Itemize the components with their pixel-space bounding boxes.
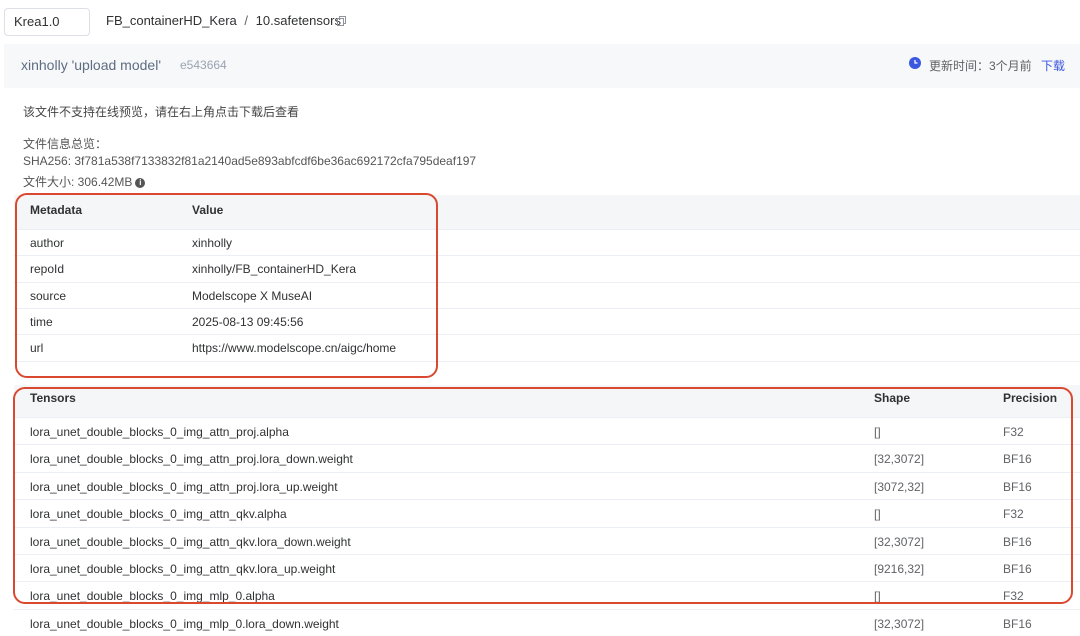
tensors-col-name: Tensors (30, 391, 76, 405)
metadata-value: https://www.modelscope.cn/aigc/home (192, 341, 397, 356)
breadcrumb: FB_containerHD_Kera / 10.safetensors (106, 13, 341, 28)
branch-selector[interactable]: Krea1.0 (4, 8, 90, 36)
tensor-precision: BF16 (1003, 479, 1032, 494)
preview-notice: 该文件不支持在线预览，请在右上角点击下载后查看 (23, 105, 300, 119)
file-info-title: 文件信息总览： (23, 137, 108, 151)
info-icon[interactable]: i (135, 177, 146, 188)
metadata-header: Metadata Value (14, 195, 1080, 229)
metadata-row: author xinholly (14, 229, 1080, 255)
tensor-name: lora_unet_double_blocks_0_img_mlp_0.alph… (30, 589, 275, 604)
tensor-shape: [32,3072] (874, 534, 925, 549)
tensor-name: lora_unet_double_blocks_0_img_attn_proj.… (30, 452, 353, 467)
tensor-shape: [9216,32] (874, 562, 925, 576)
metadata-row: source Modelscope X MuseAI (14, 281, 1080, 308)
metadata-key: repoId (30, 262, 65, 277)
tensor-row: lora_unet_double_blocks_0_img_attn_proj.… (14, 417, 1080, 444)
metadata-col-value: Value (192, 203, 224, 217)
metadata-value: xinholly (192, 236, 233, 250)
tensor-precision: BF16 (1003, 452, 1032, 467)
tensors-col-precision: Precision (1003, 391, 1058, 405)
tensor-row: lora_unet_double_blocks_0_img_attn_qkv.a… (14, 499, 1080, 526)
tensor-precision: F32 (1003, 589, 1024, 604)
tensor-shape: [3072,32] (874, 479, 925, 494)
metadata-key: author (30, 236, 65, 250)
metadata-key: time (30, 314, 53, 329)
tensor-row: lora_unet_double_blocks_0_img_mlp_0.alph… (14, 581, 1080, 608)
metadata-value: 2025-08-13 09:45:56 (192, 314, 304, 329)
tensor-name: lora_unet_double_blocks_0_img_attn_proj.… (30, 479, 338, 494)
commit-hash[interactable]: e543664 (180, 58, 227, 72)
metadata-key: source (30, 288, 67, 303)
file-sha: SHA256: 3f781a538f7133832f81a2140ad5e893… (23, 154, 477, 168)
metadata-col-key: Metadata (30, 203, 83, 217)
tensor-precision: BF16 (1003, 534, 1032, 549)
copy-icon[interactable] (337, 16, 346, 26)
download-link[interactable]: 下载 (1041, 57, 1065, 74)
tensor-name: lora_unet_double_blocks_0_img_attn_qkv.l… (30, 562, 336, 576)
metadata-key: url (30, 341, 44, 356)
tensor-shape: [32,3072] (874, 452, 925, 467)
tensor-name: lora_unet_double_blocks_0_img_attn_proj.… (30, 425, 289, 439)
tensor-shape: [32,3072] (874, 616, 925, 631)
tensor-row: lora_unet_double_blocks_0_img_attn_proj.… (14, 471, 1080, 499)
metadata-value: Modelscope X MuseAI (192, 288, 313, 303)
top-bar: Krea1.0 FB_containerHD_Kera / 10.safeten… (0, 0, 1080, 44)
file-size: 文件大小: 306.42MB (23, 175, 133, 189)
metadata-bottom-border (14, 360, 1080, 362)
metadata-row: time 2025-08-13 09:45:56 (14, 307, 1080, 334)
tensor-row: lora_unet_double_blocks_0_img_attn_qkv.l… (14, 554, 1080, 581)
tensor-precision: F32 (1003, 425, 1024, 439)
tensor-precision: BF16 (1003, 616, 1032, 631)
clock-icon (909, 57, 921, 69)
tensor-shape: [] (874, 425, 881, 439)
update-time: 更新时间：3个月前 (929, 59, 1032, 73)
tensor-precision: BF16 (1003, 562, 1032, 576)
tensors-header: Tensors Shape Precision (14, 385, 1080, 417)
tensor-name: lora_unet_double_blocks_0_img_attn_qkv.a… (30, 507, 287, 522)
breadcrumb-repo[interactable]: FB_containerHD_Kera (106, 13, 237, 28)
tensors-col-shape: Shape (874, 391, 911, 405)
tensor-row: lora_unet_double_blocks_0_img_attn_proj.… (14, 444, 1080, 471)
breadcrumb-file: 10.safetensors (255, 13, 341, 28)
tensor-name: lora_unet_double_blocks_0_img_mlp_0.lora… (30, 616, 339, 631)
tensor-name: lora_unet_double_blocks_0_img_attn_qkv.l… (30, 534, 351, 549)
breadcrumb-separator: / (244, 13, 249, 28)
commit-message: xinholly 'upload model' (21, 57, 161, 73)
metadata-value: xinholly/FB_containerHD_Kera (192, 262, 357, 277)
metadata-row: repoId xinholly/FB_containerHD_Kera (14, 255, 1080, 281)
tensor-precision: F32 (1003, 507, 1024, 522)
file-size-line: 文件大小: 306.42MB i (23, 173, 146, 190)
tensor-shape: [] (874, 589, 881, 604)
tensor-shape: [] (874, 507, 881, 522)
metadata-row: url https://www.modelscope.cn/aigc/home (14, 334, 1080, 360)
tensor-row: lora_unet_double_blocks_0_img_attn_qkv.l… (14, 526, 1080, 554)
